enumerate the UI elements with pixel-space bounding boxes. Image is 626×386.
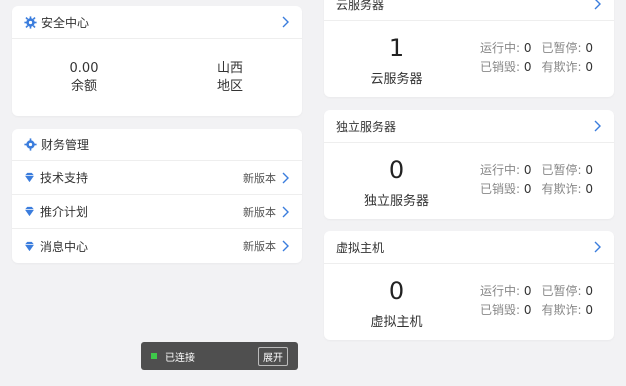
security-center-header[interactable]: 安全中心 xyxy=(12,6,302,39)
new-version-badge: 新版本 xyxy=(243,171,276,185)
chevron-right-icon[interactable] xyxy=(592,241,602,253)
menu-item-label: 消息中心 xyxy=(40,239,89,254)
server-name: 云服务器 xyxy=(370,72,423,87)
virtual-host-card: 虚拟主机 0 虚拟主机 运行中: 0 已暂停: 0 已销毁: 0 有欺诈: 0 xyxy=(324,231,614,340)
connection-toast: 已连接 展开 xyxy=(141,342,298,370)
chevron-right-icon[interactable] xyxy=(280,16,290,28)
virtual-host-title: 虚拟主机 xyxy=(336,240,385,255)
diamond-icon xyxy=(24,241,35,251)
status-dot-icon xyxy=(151,353,157,359)
server-name: 独立服务器 xyxy=(363,194,429,209)
dedicated-server-title: 独立服务器 xyxy=(336,119,397,134)
menu-card: 财务管理 技术支持 新版本 推介计划 新版本 消息中心 新版本 xyxy=(12,129,302,263)
dedicated-server-header[interactable]: 独立服务器 xyxy=(324,110,614,143)
region-stat: 山西 地区 xyxy=(180,60,280,96)
cloud-server-title: 云服务器 xyxy=(336,0,385,12)
connection-status: 已连接 xyxy=(165,352,195,364)
balance-value: 0.00 xyxy=(69,61,99,76)
chevron-right-icon[interactable] xyxy=(280,240,290,252)
chevron-right-icon[interactable] xyxy=(592,0,602,10)
server-stats: 运行中: 0 已暂停: 0 已销毁: 0 有欺诈: 0 xyxy=(480,163,594,196)
new-version-badge: 新版本 xyxy=(243,205,276,219)
diamond-icon xyxy=(24,172,35,183)
menu-item-label: 技术支持 xyxy=(40,171,89,185)
balance-label: 余额 xyxy=(70,79,97,94)
security-center-card: 安全中心 0.00 余额 山西 地区 xyxy=(12,6,302,116)
finance-row[interactable]: 财务管理 xyxy=(12,129,302,161)
menu-item-referral[interactable]: 推介计划 新版本 xyxy=(12,195,302,229)
gear-icon xyxy=(24,15,37,29)
server-count: 0 xyxy=(388,156,405,184)
server-stats: 运行中: 0 已暂停: 0 已销毁: 0 有欺诈: 0 xyxy=(480,284,594,317)
balance-stat: 0.00 余额 xyxy=(34,60,134,96)
finance-title: 财务管理 xyxy=(41,138,90,152)
server-name: 虚拟主机 xyxy=(370,315,423,330)
virtual-host-header[interactable]: 虚拟主机 xyxy=(324,231,614,264)
gear-icon xyxy=(24,138,37,151)
chevron-right-icon[interactable] xyxy=(592,120,602,132)
region-label: 地区 xyxy=(216,79,243,94)
new-version-badge: 新版本 xyxy=(243,240,276,253)
cloud-server-header[interactable]: 云服务器 xyxy=(324,0,614,21)
menu-item-tech-support[interactable]: 技术支持 新版本 xyxy=(12,161,302,195)
chevron-right-icon[interactable] xyxy=(280,172,290,184)
security-center-title: 安全中心 xyxy=(41,15,90,30)
chevron-right-icon[interactable] xyxy=(280,206,290,218)
region-value: 山西 xyxy=(216,61,243,76)
server-count: 1 xyxy=(388,34,405,62)
cloud-server-card: 云服务器 1 云服务器 运行中: 0 已暂停: 0 已销毁: 0 有欺诈: 0 xyxy=(324,0,614,97)
diamond-icon xyxy=(24,206,35,217)
server-stats: 运行中: 0 已暂停: 0 已销毁: 0 有欺诈: 0 xyxy=(480,41,594,74)
expand-button[interactable]: 展开 xyxy=(258,346,288,366)
server-count: 0 xyxy=(388,277,405,305)
menu-item-messages[interactable]: 消息中心 新版本 xyxy=(12,229,302,263)
dedicated-server-card: 独立服务器 0 独立服务器 运行中: 0 已暂停: 0 已销毁: 0 有欺诈: 0 xyxy=(324,110,614,219)
menu-item-label: 推介计划 xyxy=(40,205,89,219)
